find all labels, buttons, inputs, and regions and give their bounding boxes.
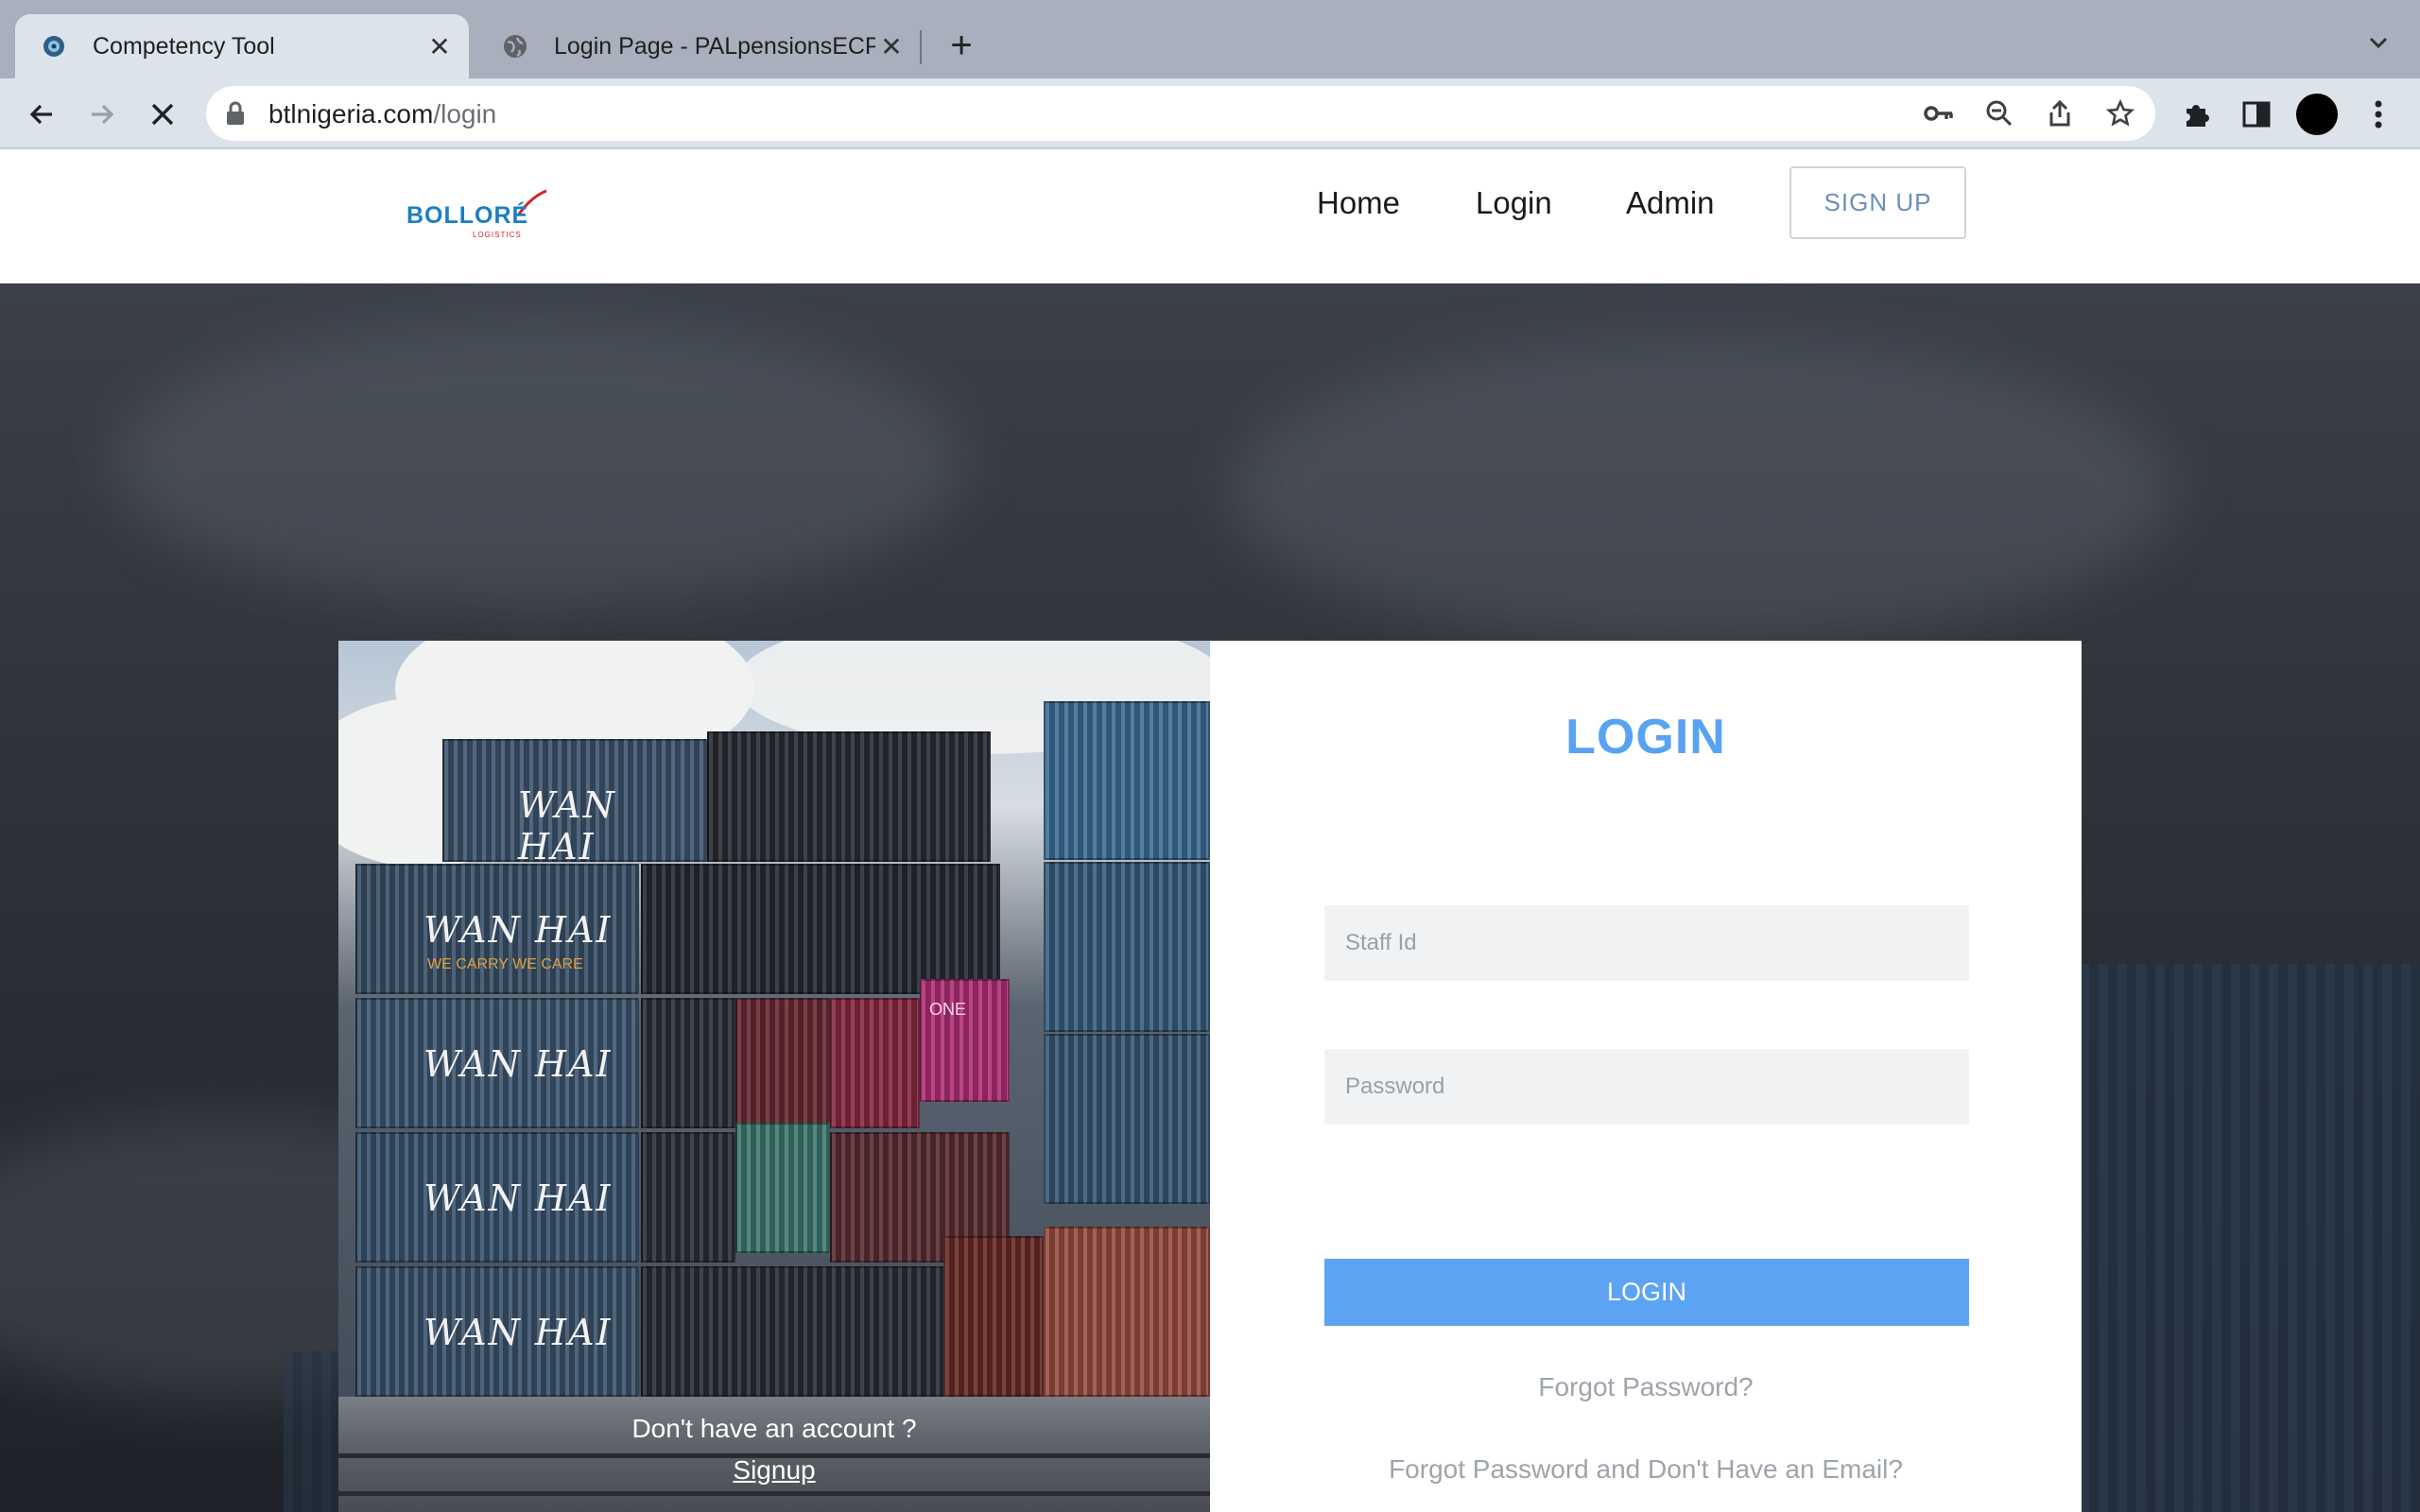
nav-admin[interactable]: Admin [1626, 185, 1715, 221]
forgot-password-link[interactable]: Forgot Password? [1210, 1372, 2082, 1402]
login-form-panel: LOGIN LOGIN Forgot Password? Forgot Pass… [1210, 641, 2082, 1512]
shipping-container [641, 864, 1000, 994]
zoom-out-icon[interactable] [1983, 97, 2015, 129]
shipping-container [1044, 701, 1210, 860]
url-host: btlnigeria.com [268, 99, 434, 129]
shipping-container [830, 998, 920, 1128]
bookmark-star-icon[interactable] [2104, 97, 2136, 129]
no-account-question: Don't have an account ? [631, 1414, 917, 1443]
address-bar[interactable]: btlnigeria.com/login [206, 86, 2155, 141]
kebab-menu-icon[interactable] [2360, 95, 2397, 133]
shipping-container [735, 998, 830, 1128]
container-mark: WAN HAI [424, 1312, 613, 1353]
stop-loading-close-icon[interactable] [142, 94, 183, 135]
tab-close-icon[interactable]: ✕ [424, 30, 456, 62]
browser-toolbar: btlnigeria.com/login [0, 78, 2420, 149]
shipping-container: WAN HAI [355, 998, 639, 1128]
container-mark-one: ONE [929, 1000, 967, 1019]
back-arrow-icon[interactable] [21, 94, 62, 135]
tab-login-page[interactable]: Login Page - PALpensionsECP ✕ [476, 14, 921, 78]
background-container-stack [2080, 964, 2420, 1512]
competency-favicon-icon [40, 32, 68, 60]
globe-icon [501, 32, 529, 60]
nav-home[interactable]: Home [1317, 185, 1400, 221]
logo-subtext: LOGISTICS [473, 231, 522, 239]
shipping-container [641, 998, 735, 1128]
login-card: WAN HAI WAN HAI WE CARRY WE CARE WAN HAI… [338, 641, 2082, 1512]
site-header: BOLLORÉ LOGISTICS Home Login Admin SIGN … [0, 149, 2420, 284]
container-mark: WAN HAI [424, 1043, 613, 1085]
shipping-container: ONE [920, 979, 1010, 1102]
lock-icon[interactable] [225, 101, 246, 130]
shipping-container [641, 1132, 735, 1263]
shipping-container [1044, 862, 1210, 1032]
login-button[interactable]: LOGIN [1324, 1259, 1969, 1326]
tab-search-chevron-down-icon[interactable] [2360, 26, 2397, 64]
forward-arrow-icon[interactable] [81, 94, 123, 135]
shipping-container: WAN HAI WE CARRY WE CARE [355, 864, 639, 994]
shipping-container: WAN HAI [355, 1266, 639, 1397]
web-page: BOLLORÉ LOGISTICS Home Login Admin SIGN … [0, 149, 2420, 1512]
profile-avatar[interactable] [2296, 94, 2338, 135]
container-tagline: WE CARRY WE CARE [427, 956, 583, 972]
container-mark: WAN HAI [424, 909, 613, 951]
shipping-container [1044, 1034, 1210, 1204]
password-input[interactable] [1324, 1049, 1969, 1125]
extensions-puzzle-icon[interactable] [2177, 95, 2215, 133]
password-key-icon[interactable] [1923, 97, 1955, 129]
container-mark: WAN HAI [518, 784, 616, 868]
shipping-container [1044, 1227, 1210, 1397]
login-heading: LOGIN [1565, 710, 1726, 765]
container-mark: WAN HAI [424, 1177, 613, 1219]
signup-link[interactable]: Signup [338, 1455, 1210, 1486]
shipping-container [943, 1236, 1044, 1397]
background-cloud [113, 321, 964, 605]
shipping-container: WAN HAI [355, 1132, 639, 1263]
shipping-container: WAN HAI [442, 739, 707, 868]
forgot-password-no-email-link[interactable]: Forgot Password and Don't Have an Email? [1210, 1454, 2082, 1485]
logo-text: BOLLORÉ [406, 202, 529, 229]
tab-competency-tool[interactable]: Competency Tool ✕ [15, 14, 469, 78]
sign-up-button[interactable]: SIGN UP [1789, 166, 1966, 239]
shipping-container [707, 731, 991, 862]
tab-close-icon[interactable]: ✕ [875, 30, 908, 62]
shipping-container [735, 1123, 830, 1253]
tab-separator [920, 30, 922, 64]
nav-login[interactable]: Login [1476, 185, 1552, 221]
browser-tabstrip: Competency Tool ✕ Login Page - PALpensio… [0, 0, 2420, 78]
container-yard-photo: WAN HAI WAN HAI WE CARRY WE CARE WAN HAI… [338, 641, 1210, 1512]
background-cloud [1229, 340, 2174, 643]
url-path: /login [433, 99, 497, 129]
side-panel-icon[interactable] [2238, 95, 2275, 133]
share-icon[interactable] [2044, 97, 2076, 129]
tab-title: Login Page - PALpensionsECP [554, 32, 875, 60]
url-text[interactable]: btlnigeria.com/login [268, 99, 496, 129]
tab-title: Competency Tool [93, 32, 275, 60]
hero-background: WAN HAI WAN HAI WE CARRY WE CARE WAN HAI… [0, 284, 2420, 1512]
new-tab-plus-icon[interactable]: + [942, 26, 981, 66]
staff-id-input[interactable] [1324, 905, 1969, 981]
rail-track [338, 1491, 1210, 1496]
bollore-logo[interactable]: BOLLORÉ LOGISTICS [405, 189, 547, 248]
